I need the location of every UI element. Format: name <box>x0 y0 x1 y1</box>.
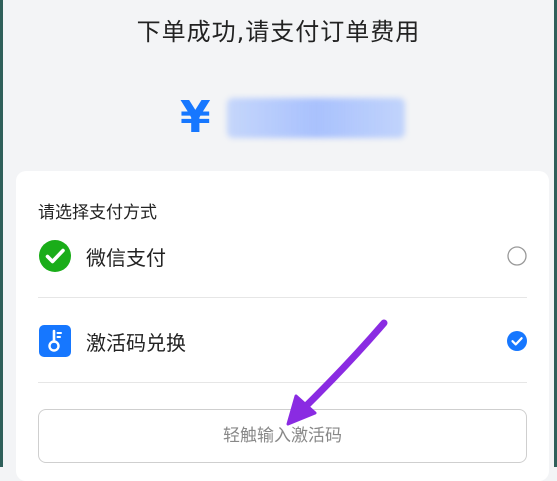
activation-code-radio-checked[interactable] <box>507 331 527 351</box>
wechat-pay-icon <box>38 239 72 273</box>
divider <box>38 297 527 298</box>
page-title: 下单成功,请支付订单费用 <box>136 18 421 46</box>
amount-value-blurred <box>226 98 405 138</box>
payment-method-heading: 请选择支付方式 <box>38 203 157 223</box>
thermometer-key-icon <box>38 324 72 358</box>
activation-code-label: 激活码兑换 <box>86 330 186 355</box>
wechat-pay-radio[interactable] <box>507 246 527 266</box>
payment-option-wechat[interactable]: 微信支付 <box>38 226 527 286</box>
amount-row: ¥ <box>180 94 405 142</box>
activation-code-input[interactable]: 轻触输入激活码 <box>38 409 527 463</box>
left-border <box>0 0 3 467</box>
divider <box>38 382 527 383</box>
wechat-pay-label: 微信支付 <box>86 245 166 270</box>
currency-symbol: ¥ <box>180 92 211 143</box>
payment-method-card: 请选择支付方式 微信支付 激活码兑换 轻触输入激活码 <box>16 171 549 481</box>
payment-option-activation-code[interactable]: 激活码兑换 <box>38 311 527 371</box>
